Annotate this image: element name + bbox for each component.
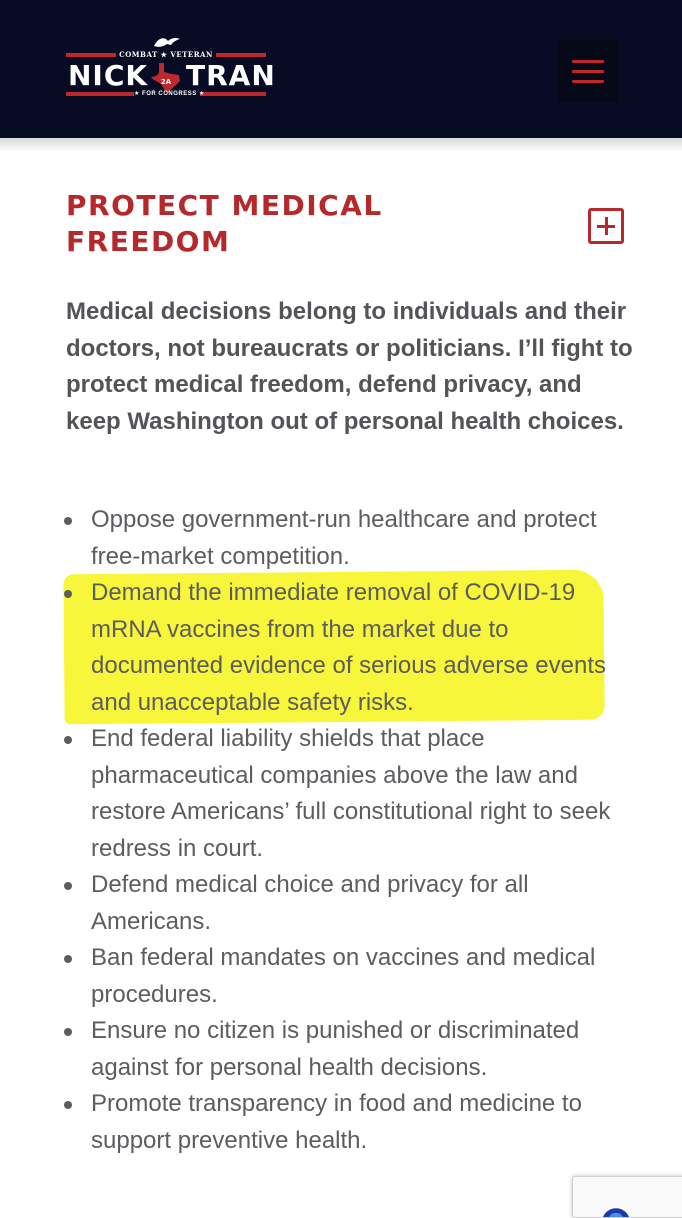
logo-stripe bbox=[66, 53, 116, 57]
list-item: End federal liability shields that place… bbox=[62, 721, 642, 867]
list-item-text: Demand the immediate removal of COVID-19… bbox=[91, 579, 606, 716]
list-item-text: Promote transparency in food and medicin… bbox=[91, 1090, 582, 1154]
bullet-icon bbox=[64, 517, 72, 525]
logo-tagline-top: COMBAT ★ VETERAN bbox=[119, 50, 213, 59]
bullet-icon bbox=[64, 590, 72, 598]
list-item-text: Oppose government-run healthcare and pro… bbox=[91, 506, 597, 570]
policy-list: Oppose government-run healthcare and pro… bbox=[62, 502, 642, 1159]
list-item-text: Ensure no citizen is punished or discrim… bbox=[91, 1017, 580, 1081]
list-item: Defend medical choice and privacy for al… bbox=[62, 867, 642, 940]
list-item: Promote transparency in food and medicin… bbox=[62, 1086, 642, 1159]
logo-last-name: TRAN bbox=[186, 59, 276, 92]
logo-emblem-text: 2A bbox=[161, 78, 172, 86]
logo-first-name: NICK bbox=[68, 59, 149, 92]
bullet-icon bbox=[64, 736, 72, 744]
recaptcha-icon bbox=[603, 1208, 629, 1217]
menu-line bbox=[572, 69, 604, 73]
plus-square-icon[interactable] bbox=[588, 208, 624, 244]
list-item: Ban federal mandates on vaccines and med… bbox=[62, 940, 642, 1013]
bullet-icon bbox=[64, 955, 72, 963]
list-item-text: Defend medical choice and privacy for al… bbox=[91, 871, 529, 935]
campaign-logo[interactable]: COMBAT ★ VETERAN NICK 2A TRAN ★ FOR CONG… bbox=[66, 34, 275, 110]
menu-line bbox=[572, 79, 604, 83]
logo-stripe bbox=[66, 92, 134, 96]
list-item-text: Ban federal mandates on vaccines and med… bbox=[91, 944, 596, 1008]
bullet-icon bbox=[64, 882, 72, 890]
header-shadow bbox=[0, 138, 682, 152]
hamburger-menu-icon[interactable] bbox=[558, 40, 618, 102]
list-item-text: End federal liability shields that place… bbox=[91, 725, 611, 862]
recaptcha-badge[interactable] bbox=[572, 1176, 682, 1218]
menu-line bbox=[572, 59, 604, 63]
list-item: Ensure no citizen is punished or discrim… bbox=[62, 1013, 642, 1086]
site-header: COMBAT ★ VETERAN NICK 2A TRAN ★ FOR CONG… bbox=[0, 0, 682, 138]
list-item: Oppose government-run healthcare and pro… bbox=[62, 502, 642, 575]
list-item-highlighted: Demand the immediate removal of COVID-19… bbox=[62, 575, 642, 721]
section-intro: Medical decisions belong to individuals … bbox=[66, 298, 633, 435]
bullet-icon bbox=[64, 1028, 72, 1036]
logo-stripe bbox=[200, 92, 266, 96]
logo-stripe bbox=[216, 53, 266, 57]
texas-state-icon: 2A bbox=[151, 63, 180, 93]
section-title[interactable]: PROTECT MEDICAL FREEDOM bbox=[66, 188, 486, 260]
eagle-icon bbox=[154, 37, 180, 47]
bullet-icon bbox=[64, 1101, 72, 1109]
logo-tagline-bottom: ★ FOR CONGRESS ★ bbox=[134, 91, 205, 97]
